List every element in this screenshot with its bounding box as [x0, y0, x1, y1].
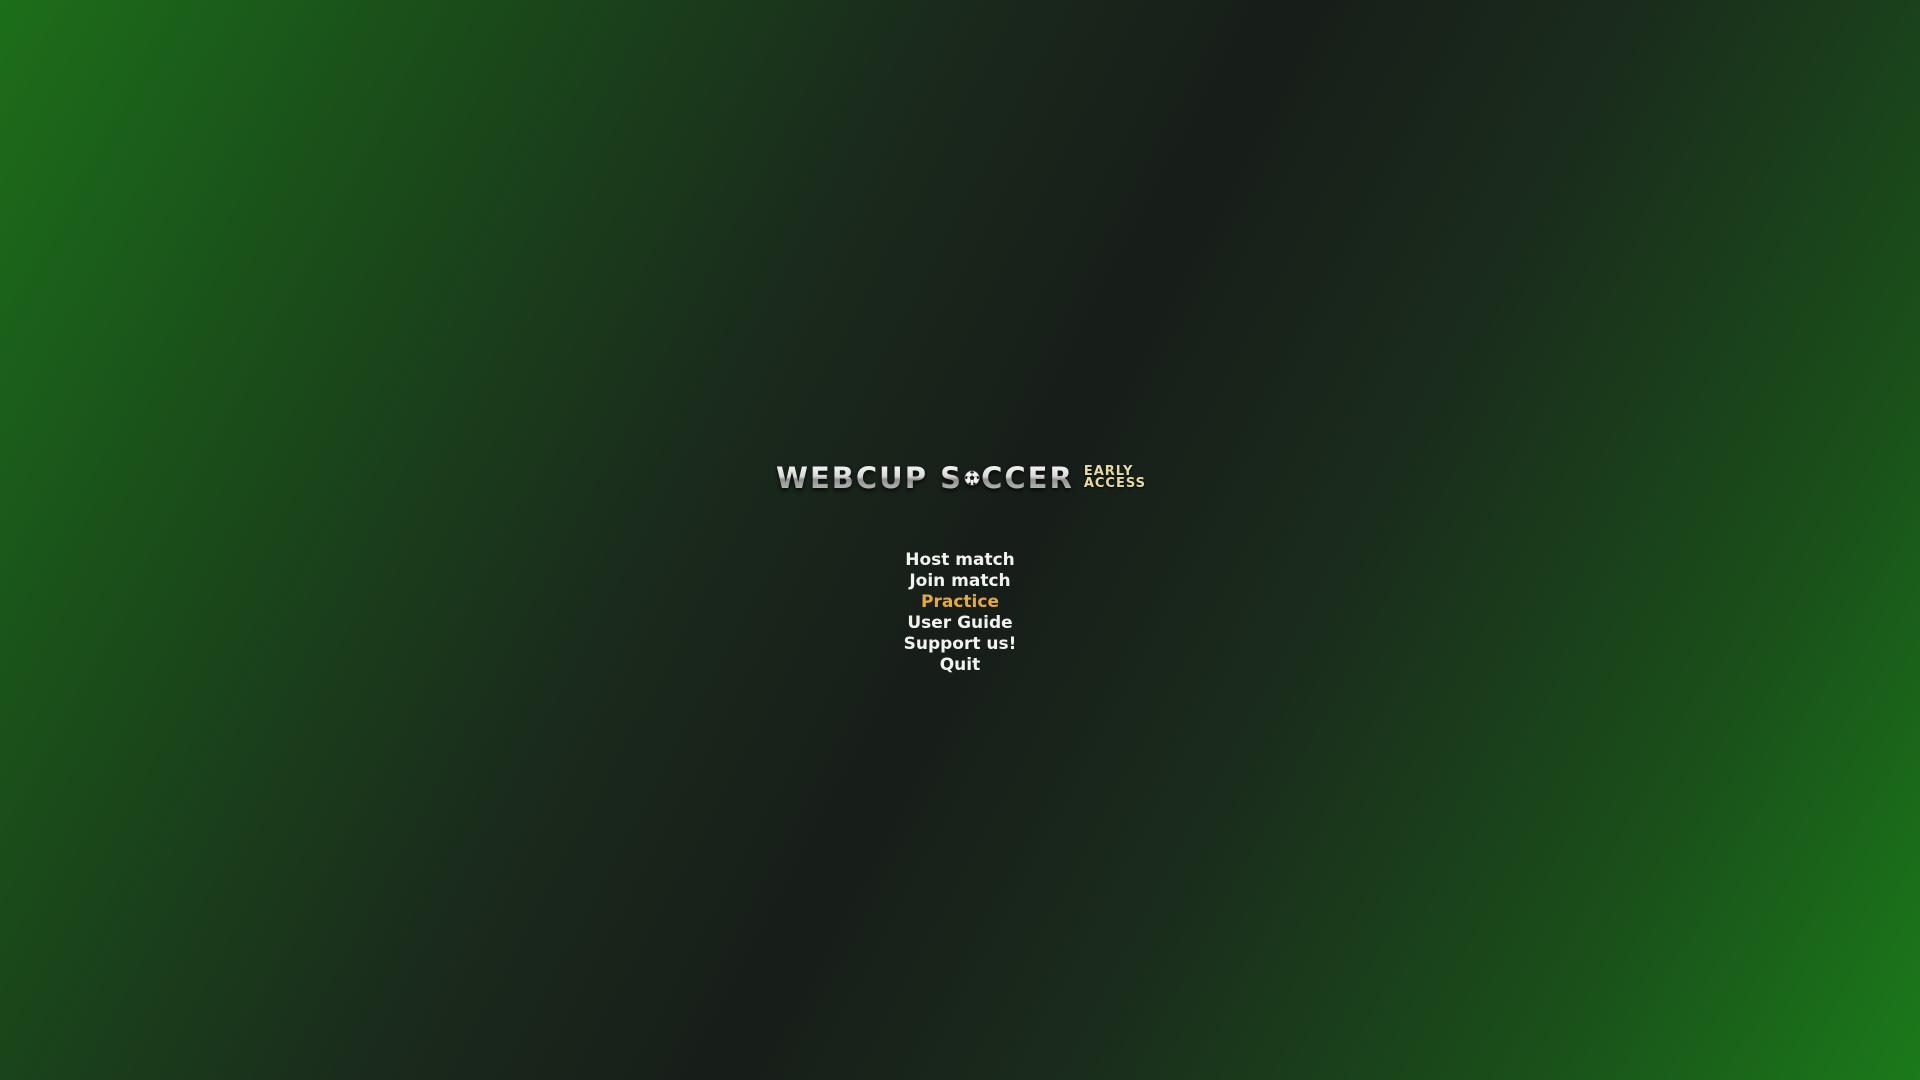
main-menu-screen: WEBCUP S CCER EARLY ACCESS Host match Jo… [0, 0, 1920, 1080]
soccer-ball-icon [964, 470, 980, 486]
badge-line-2: ACCESS [1083, 476, 1146, 491]
menu-item-practice[interactable]: Practice [921, 592, 999, 613]
game-logo: WEBCUP S CCER EARLY ACCESS [776, 458, 1146, 498]
menu-item-host-match[interactable]: Host match [905, 550, 1015, 571]
menu-item-user-guide[interactable]: User Guide [907, 613, 1012, 634]
logo-text-part1: WEBCUP S [776, 461, 963, 495]
early-access-badge: EARLY ACCESS [1083, 465, 1146, 491]
menu-item-join-match[interactable]: Join match [909, 571, 1010, 592]
logo-text-part2: CCER [981, 461, 1074, 495]
main-menu: Host match Join match Practice User Guid… [860, 550, 1060, 676]
menu-item-quit[interactable]: Quit [940, 655, 981, 676]
menu-item-support-us[interactable]: Support us! [904, 634, 1017, 655]
